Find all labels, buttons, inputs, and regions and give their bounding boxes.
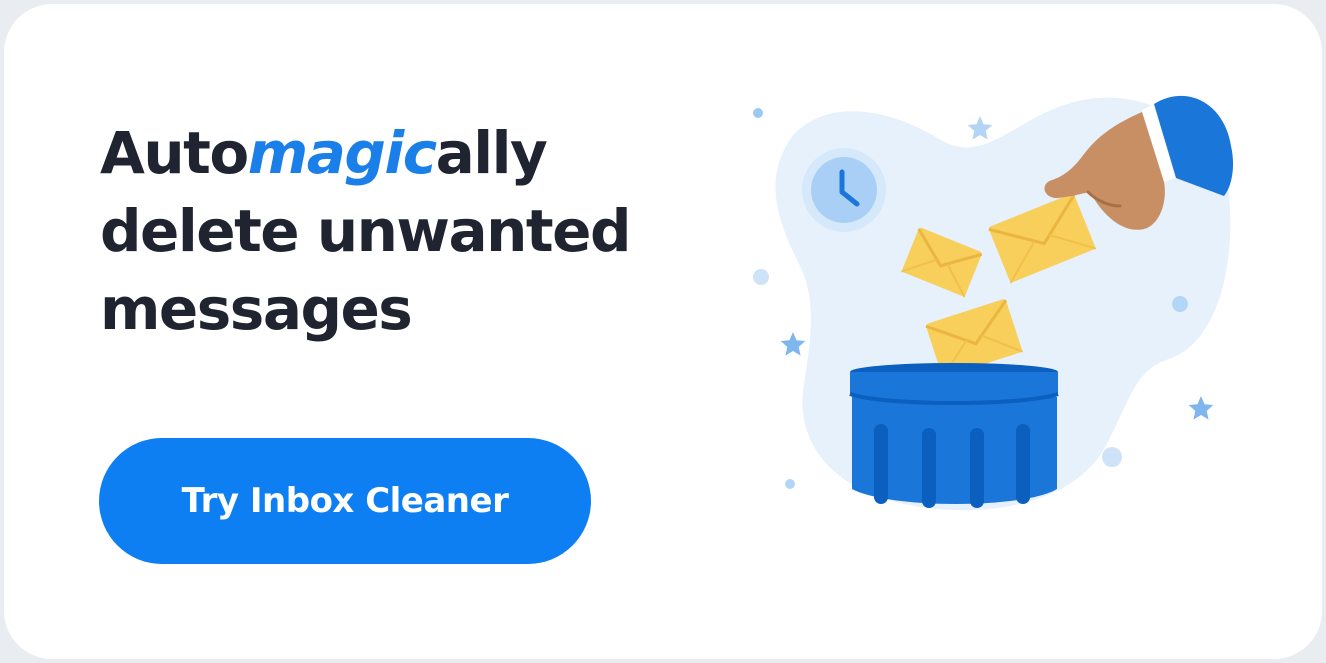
inbox-cleaner-illustration <box>753 95 1234 511</box>
trash-can-icon <box>849 363 1059 508</box>
headline-line-2: delete unwanted <box>100 197 632 265</box>
star-icon <box>967 116 993 140</box>
headline-line-3: messages <box>100 275 413 343</box>
star-icon <box>780 332 806 356</box>
headline: Automagically delete unwanted messages <box>100 114 632 348</box>
dot-icon <box>785 479 795 489</box>
promo-card: Automagically delete unwanted messages T… <box>4 4 1322 659</box>
clock-icon <box>802 148 886 232</box>
dot-icon <box>1102 447 1122 467</box>
dot-icon <box>753 269 769 285</box>
headline-word-ally: ally <box>435 119 548 187</box>
try-inbox-cleaner-button[interactable]: Try Inbox Cleaner <box>99 438 591 564</box>
dot-icon <box>1172 296 1188 312</box>
star-icon <box>1188 396 1214 420</box>
headline-line-1: Automagically <box>100 114 630 192</box>
headline-word-magic: magic <box>247 119 437 187</box>
dot-icon <box>753 108 763 118</box>
headline-word-auto: Auto <box>100 119 249 187</box>
